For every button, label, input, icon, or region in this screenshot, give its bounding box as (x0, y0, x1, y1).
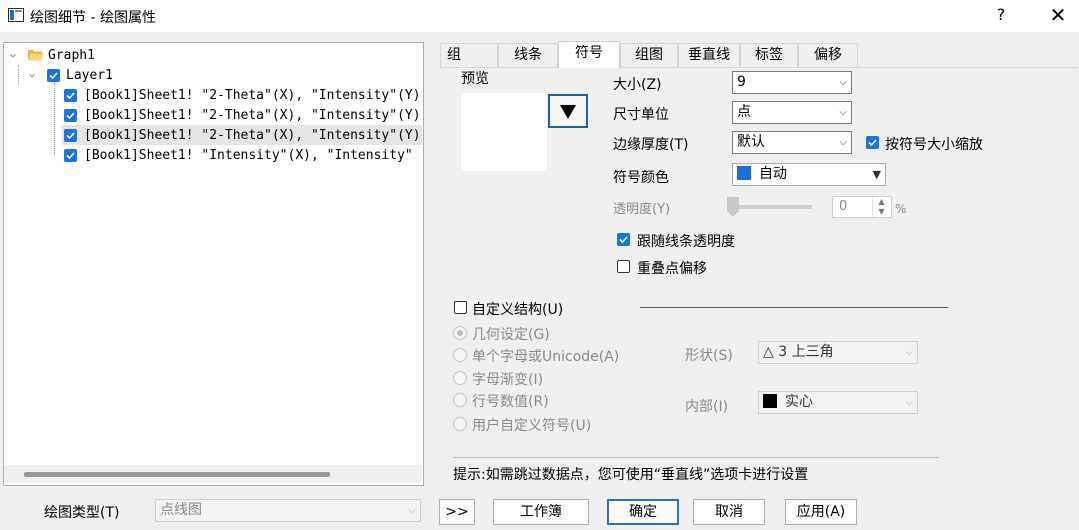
radio-row-number-label: 行号数值(R) (472, 394, 549, 410)
chevron-down-icon: ⌵ (839, 107, 847, 118)
tree-label-layer: Layer1 (66, 67, 113, 83)
folder-open-icon (28, 50, 44, 61)
tree-scrollbar-thumb[interactable] (24, 472, 330, 477)
chevron-down-icon: ⌵ (905, 347, 913, 358)
overlap-label: 重叠点偏移 (637, 261, 707, 277)
workbook-button[interactable]: 工作簿 (493, 499, 589, 525)
group-divider (640, 307, 948, 308)
cancel-button[interactable]: 取消 (693, 499, 765, 525)
tree-node-graph[interactable]: ⌵ Graph1 (10, 45, 95, 65)
tree-node-plot-2[interactable]: [Book1]Sheet1! "2-Theta"(X), "Intensity"… (64, 105, 421, 125)
overlap-checkbox[interactable] (617, 260, 630, 273)
tab-drop-lines[interactable]: 垂直线 (678, 43, 740, 67)
tab-offset[interactable]: 偏移 (798, 43, 858, 67)
plot-tree: ⌵ Graph1 ⌵ Layer1 [Book1]Sheet1! "2-Thet… (3, 42, 424, 486)
unit-value: 点 (737, 104, 751, 120)
edge-label: 边缘厚度(T) (613, 137, 689, 153)
tab-group[interactable]: 组 (440, 43, 498, 67)
edge-combo[interactable]: 默认 ⌵ (732, 131, 852, 154)
plot-checkbox[interactable] (64, 108, 77, 122)
unit-combo[interactable]: 点 ⌵ (732, 101, 852, 124)
hint-text: 提示:如需跳过数据点，您可使用“垂直线”选项卡进行设置 (453, 467, 809, 483)
interior-swatch (763, 394, 777, 408)
color-label: 符号颜色 (613, 170, 669, 186)
window-title: 绘图细节 - 绘图属性 (30, 10, 156, 26)
spin-arrows-icon[interactable]: ▲ ▼ (872, 197, 890, 217)
shape-label: 形状(S) (685, 348, 733, 364)
chevron-down-icon: ⌵ (839, 77, 847, 88)
plot-checkbox[interactable] (64, 148, 77, 162)
shape-value: △ 3 上三角 (763, 344, 834, 360)
plot-type-combo[interactable]: 点线图 ⌵ (155, 499, 421, 522)
plot-type-label: 绘图类型(T) (44, 505, 120, 521)
size-value: 9 (737, 74, 746, 90)
size-label: 大小(Z) (613, 77, 662, 93)
scale-checkbox[interactable] (866, 136, 879, 149)
app-icon (8, 8, 24, 22)
chevron-down-icon[interactable]: ⌵ (29, 69, 41, 81)
tab-plot-group[interactable]: 组图 (620, 43, 678, 67)
radio-unicode-label: 单个字母或Unicode(A) (472, 349, 620, 365)
plot-type-value: 点线图 (160, 502, 202, 518)
custom-label: 自定义结构(U) (472, 302, 564, 318)
preview-label: 预览 (461, 71, 489, 87)
edge-value: 默认 (737, 134, 765, 150)
tab-symbol[interactable]: 符号 (558, 41, 620, 68)
tree-node-plot-4[interactable]: [Book1]Sheet1! "Intensity"(X), "Intensit… (64, 145, 413, 165)
chevron-down-icon: ⌵ (905, 397, 913, 408)
radio-letter-gradient-label: 字母渐变(I) (472, 372, 544, 388)
size-combo[interactable]: 9 ⌵ (732, 71, 852, 94)
interior-value: 实心 (785, 394, 813, 410)
interior-label: 内部(I) (685, 399, 729, 415)
follow-line-label: 跟随线条透明度 (637, 234, 735, 250)
scale-label: 按符号大小缩放 (885, 137, 983, 153)
caret-down-icon: ▼ (872, 168, 881, 181)
tab-line[interactable]: 线条 (498, 43, 558, 67)
title-bar (0, 0, 1079, 32)
interior-combo[interactable]: 实心 ⌵ (758, 391, 918, 414)
triangle-down-icon (560, 105, 576, 119)
tree-node-layer[interactable]: ⌵ Layer1 (29, 65, 113, 85)
radio-row-number[interactable] (453, 393, 467, 407)
layer-checkbox[interactable] (47, 68, 60, 82)
radio-geometric-label: 几何设定(G) (472, 327, 550, 343)
tree-label-plot: [Book1]Sheet1! "2-Theta"(X), "Intensity"… (84, 127, 421, 143)
transparency-unit: % (895, 202, 907, 216)
radio-geometric[interactable] (453, 326, 467, 340)
chevron-down-icon: ⌵ (408, 505, 416, 516)
tree-label-graph: Graph1 (48, 47, 95, 63)
tree-label-plot: [Book1]Sheet1! "2-Theta"(X), "Intensity"… (84, 87, 421, 103)
custom-checkbox[interactable] (454, 301, 467, 314)
tab-labels[interactable]: 标签 (740, 43, 798, 67)
radio-user-defined[interactable] (453, 417, 467, 431)
expand-button[interactable]: >> (439, 499, 475, 525)
chevron-down-icon[interactable]: ⌵ (10, 49, 22, 61)
follow-line-checkbox[interactable] (617, 233, 630, 246)
radio-letter-gradient[interactable] (453, 371, 467, 385)
close-button[interactable]: ✕ (1046, 4, 1070, 28)
tree-label-plot: [Book1]Sheet1! "Intensity"(X), "Intensit… (84, 147, 413, 163)
color-value: 自动 (759, 166, 787, 182)
tree-node-plot-3[interactable]: [Book1]Sheet1! "2-Theta"(X), "Intensity"… (62, 125, 422, 145)
ok-button[interactable]: 确定 (607, 499, 679, 525)
hint-divider (453, 457, 939, 458)
radio-user-defined-label: 用户自定义符号(U) (472, 418, 592, 434)
color-combo[interactable]: 自动 ▼ (732, 163, 886, 186)
transparency-label: 透明度(Y) (613, 202, 671, 217)
unit-label: 尺寸单位 (613, 107, 669, 123)
tree-label-plot: [Book1]Sheet1! "2-Theta"(X), "Intensity"… (84, 107, 421, 123)
shape-combo[interactable]: △ 3 上三角 ⌵ (758, 341, 918, 364)
radio-unicode[interactable] (453, 348, 467, 362)
help-button[interactable]: ? (990, 5, 1012, 27)
chevron-down-icon: ⌵ (839, 137, 847, 148)
plot-checkbox[interactable] (64, 88, 77, 102)
transparency-slider[interactable] (728, 205, 812, 209)
symbol-gallery-button[interactable] (548, 94, 588, 128)
apply-button[interactable]: 应用(A) (785, 499, 857, 525)
tree-node-plot-1[interactable]: [Book1]Sheet1! "2-Theta"(X), "Intensity"… (64, 85, 421, 105)
symbol-preview (461, 93, 547, 171)
plot-checkbox[interactable] (64, 128, 77, 142)
color-swatch (737, 166, 751, 180)
